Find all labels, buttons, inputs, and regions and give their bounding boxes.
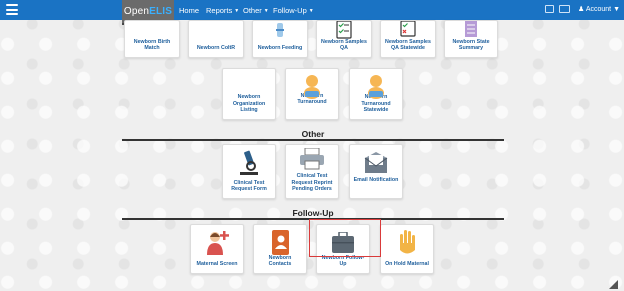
menu-hamburger-icon[interactable] <box>6 4 18 15</box>
tile-label: Clinical Test Request Reprint Pending Or… <box>291 173 333 193</box>
chevron-down-icon: ▼ <box>613 6 620 13</box>
scroll-resize-icon[interactable] <box>609 280 618 289</box>
baby-icon <box>368 75 384 99</box>
nav-reports[interactable]: Reports ▼ <box>206 6 239 15</box>
tile-label: Newborn Samples QA Statewide <box>385 38 431 52</box>
chevron-down-icon: ▼ <box>308 8 314 14</box>
nav-follow-up[interactable]: Follow-Up ▼ <box>273 6 314 15</box>
tile-label: Newborn CoItR <box>196 45 236 52</box>
tile-label: On Hold Maternal <box>385 261 429 268</box>
nav-other[interactable]: Other ▼ <box>243 6 269 15</box>
nav-reports-label: Reports <box>206 6 233 15</box>
envelope-icon <box>364 152 388 173</box>
logo-text-open: Open <box>123 6 150 17</box>
home-icon[interactable] <box>545 5 554 13</box>
address-book-icon <box>272 230 289 255</box>
microscope-icon <box>240 150 258 175</box>
language-flag-icon[interactable] <box>559 5 570 13</box>
highlight-box <box>309 219 381 257</box>
tile-newborn-turnaround-statewide[interactable]: Newborn Turnaround Statewide <box>349 68 403 120</box>
chevron-down-icon: ▼ <box>263 8 269 14</box>
tile-label: Newborn Birth Match <box>133 38 171 52</box>
section-divider <box>122 139 504 141</box>
tile-clinical-test-request-form[interactable]: Clinical Test Request Form <box>222 144 276 199</box>
tile-newborn-turnaround[interactable]: Newborn Turnaround <box>285 68 339 120</box>
chevron-down-icon: ▼ <box>234 8 240 14</box>
tile-label: Newborn Feeding <box>257 45 303 52</box>
tile-newborn-samples-qa[interactable]: Newborn Samples QA <box>316 20 372 58</box>
section-title-follow-up: Follow-Up <box>292 208 334 218</box>
tile-newborn-coitr[interactable]: Newborn CoItR <box>188 20 244 58</box>
tile-newborn-state-summary[interactable]: Newborn State Summary <box>444 20 498 58</box>
tile-on-hold-maternal[interactable]: On Hold Maternal <box>380 224 434 274</box>
tile-label: Maternal Screen <box>196 261 238 268</box>
tile-maternal-screen[interactable]: Maternal Screen <box>190 224 244 274</box>
section-title-other: Other <box>301 129 325 139</box>
printer-icon <box>300 148 324 170</box>
nurse-icon <box>207 231 229 255</box>
tile-newborn-samples-qa-statewide[interactable]: Newborn Samples QA Statewide <box>380 20 436 58</box>
nav-other-label: Other <box>243 6 262 15</box>
nav-home[interactable]: Home <box>179 6 199 15</box>
logo-text-elis: ELIS <box>149 6 173 17</box>
nav-follow-up-label: Follow-Up <box>273 6 307 15</box>
hand-stop-icon <box>400 230 415 254</box>
top-navbar: Open ELIS Home Reports ▼ Other ▼ Follow-Up ▼… <box>0 0 624 25</box>
tile-label: Newborn Organization Listing <box>232 94 266 114</box>
tile-email-notification[interactable]: Email Notification <box>349 144 403 199</box>
baby-icon <box>304 75 320 99</box>
tile-newborn-birth-match[interactable]: Newborn Birth Match <box>124 20 180 58</box>
tile-label: Clinical Test Request Form <box>231 179 267 193</box>
tile-clinical-test-request-reprint[interactable]: Clinical Test Request Reprint Pending Or… <box>285 144 339 199</box>
tile-label: Newborn Samples QA <box>321 38 367 52</box>
tile-newborn-organization-listing[interactable]: Newborn Organization Listing <box>222 68 276 120</box>
checklist-x-icon <box>400 21 416 37</box>
tile-label: Newborn State Summary <box>452 38 490 52</box>
account-menu[interactable]: ♟ Account ▼ <box>578 5 620 13</box>
tile-newborn-feeding[interactable]: Newborn Feeding <box>252 20 308 58</box>
tile-label: Newborn Contacts <box>268 254 292 268</box>
baby-bottle-icon <box>276 23 284 37</box>
tile-label: Email Notification <box>353 177 399 184</box>
report-document-icon <box>465 21 477 37</box>
checklist-icon <box>336 21 352 39</box>
tile-newborn-contacts[interactable]: Newborn Contacts <box>253 224 307 274</box>
account-label: Account <box>585 6 612 13</box>
